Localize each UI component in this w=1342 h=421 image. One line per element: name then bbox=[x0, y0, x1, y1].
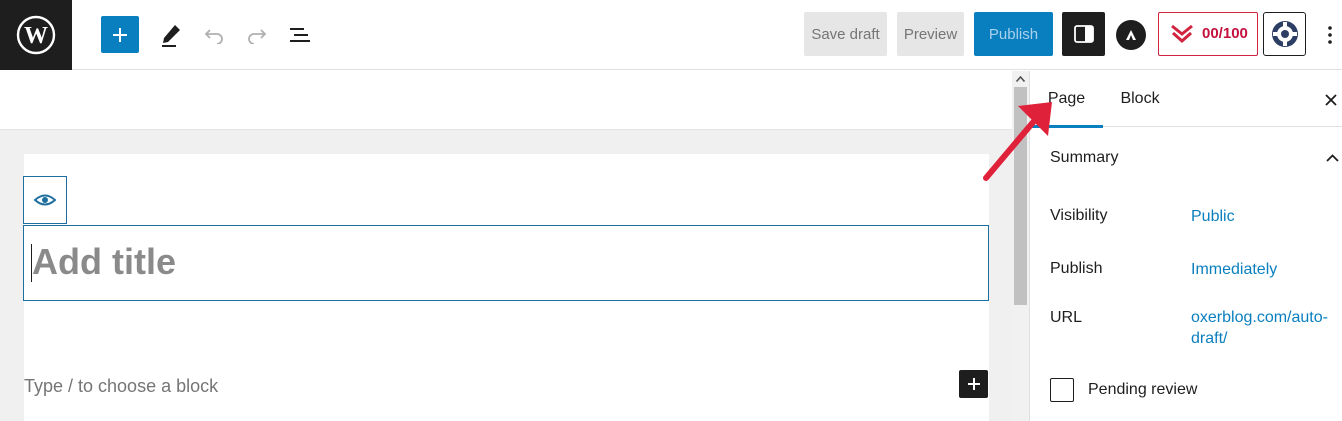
svg-text:W: W bbox=[24, 23, 48, 49]
chevron-up-icon bbox=[1325, 154, 1339, 162]
collapse-summary-button[interactable] bbox=[1324, 151, 1340, 165]
close-sidebar-button[interactable] bbox=[1320, 89, 1342, 111]
publish-label: Publish bbox=[1050, 260, 1103, 277]
tab-block-label: Block bbox=[1120, 90, 1160, 107]
pen-icon bbox=[162, 25, 180, 47]
tools-button[interactable] bbox=[155, 18, 187, 52]
seo-score-icon bbox=[1171, 24, 1193, 44]
seo-score-button[interactable]: 00/100 bbox=[1158, 12, 1258, 56]
list-view-button[interactable] bbox=[284, 18, 316, 52]
more-vertical-icon bbox=[1328, 26, 1332, 44]
plus-icon bbox=[967, 378, 980, 390]
scroll-up-button[interactable] bbox=[1012, 71, 1029, 87]
summary-panel-title[interactable]: Summary bbox=[1050, 149, 1118, 167]
settings-sidebar-toggle-button[interactable] bbox=[1062, 12, 1105, 56]
save-draft-button[interactable]: Save draft bbox=[804, 12, 887, 56]
editor-toolbar: W Save draft Preview Publish 00/100 bbox=[0, 0, 1342, 70]
chevron-up-icon bbox=[1016, 76, 1025, 82]
pending-review-checkbox[interactable] bbox=[1050, 378, 1074, 402]
seo-score-label: 00/100 bbox=[1202, 25, 1248, 42]
astra-icon[interactable] bbox=[1116, 20, 1146, 50]
plugin-settings-button[interactable] bbox=[1263, 12, 1306, 56]
editor-header-strip bbox=[0, 71, 1012, 130]
publish-button[interactable]: Publish bbox=[974, 12, 1053, 56]
visibility-toggle-button[interactable] bbox=[23, 176, 67, 224]
tab-block[interactable]: Block bbox=[1110, 71, 1170, 127]
visibility-value-link[interactable]: Public bbox=[1191, 206, 1341, 227]
sidebar-tabs: Page Block bbox=[1030, 71, 1342, 128]
undo-icon bbox=[204, 29, 223, 44]
gear-icon bbox=[1271, 21, 1298, 47]
block-appender-placeholder[interactable]: Type / to choose a block bbox=[24, 376, 218, 397]
url-link[interactable]: oxerblog.com/auto-draft/ bbox=[1191, 307, 1341, 349]
redo-icon bbox=[248, 29, 267, 44]
plus-icon bbox=[113, 27, 127, 42]
settings-sidebar: Page Block Summary Visibility Public Pub… bbox=[1029, 71, 1342, 421]
url-label: URL bbox=[1050, 309, 1083, 326]
publish-date-link[interactable]: Immediately bbox=[1191, 259, 1341, 280]
title-placeholder: Add title bbox=[32, 241, 176, 282]
add-block-toolbar-button[interactable] bbox=[101, 16, 139, 53]
close-icon bbox=[1325, 94, 1337, 106]
more-options-button[interactable] bbox=[1320, 18, 1340, 52]
preview-button[interactable]: Preview bbox=[897, 12, 964, 56]
pending-review-label[interactable]: Pending review bbox=[1088, 381, 1197, 399]
redo-button[interactable] bbox=[242, 18, 272, 52]
annotation-arrow-icon bbox=[983, 102, 1052, 181]
undo-button[interactable] bbox=[199, 18, 229, 52]
title-input[interactable]: Add title bbox=[23, 225, 989, 301]
eye-icon bbox=[34, 194, 56, 206]
visibility-label: Visibility bbox=[1050, 207, 1108, 224]
wordpress-logo-icon[interactable]: W bbox=[0, 0, 72, 70]
sidebar-settings-icon bbox=[1073, 25, 1094, 43]
add-block-button[interactable] bbox=[959, 370, 988, 398]
list-view-icon bbox=[290, 28, 310, 42]
